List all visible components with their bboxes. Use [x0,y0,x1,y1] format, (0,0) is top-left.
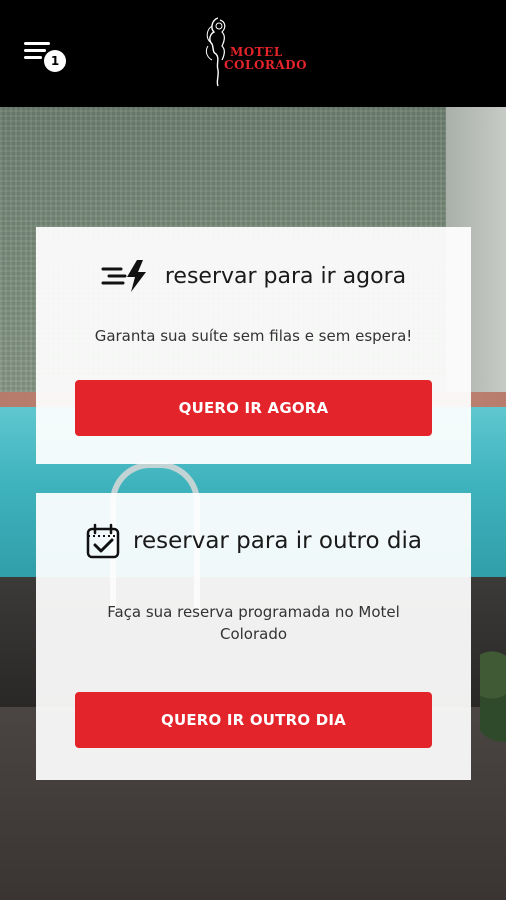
reserve-now-card: reservar para ir agora Garanta sua suíte… [36,227,471,464]
notification-badge: 1 [44,50,66,72]
reserve-now-header: reservar para ir agora [36,259,471,293]
reserve-later-description: Faça sua reserva programada no Motel Col… [107,603,400,643]
menu-button[interactable]: 1 [24,40,70,76]
quero-ir-agora-button[interactable]: QUERO IR AGORA [75,380,432,436]
menu-icon-line [24,56,42,59]
lightning-bolt-icon [101,259,151,293]
brand-logo: MOTEL COLORADO [204,14,308,90]
reserve-later-header: reservar para ir outro dia [36,523,471,559]
reserve-later-card: reservar para ir outro dia Faça sua rese… [36,493,471,780]
menu-icon-line [24,49,46,52]
menu-icon-line [24,42,50,45]
brand-name-line2: COLORADO [224,58,308,72]
quero-ir-outro-dia-button[interactable]: QUERO IR OUTRO DIA [75,692,432,748]
top-bar: 1 MOTEL COLORADO [0,0,506,107]
reserve-later-title: reservar para ir outro dia [133,528,422,554]
calendar-check-icon [85,523,121,559]
reserve-now-description: Garanta sua suíte sem filas e sem espera… [94,327,413,345]
background-plant [480,627,506,747]
reserve-now-title: reservar para ir agora [164,263,407,289]
